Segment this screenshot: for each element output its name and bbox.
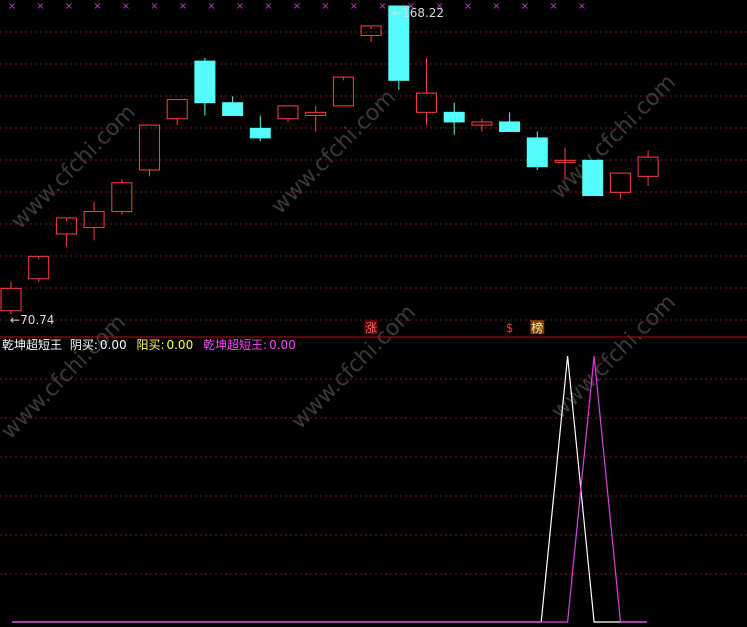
top-marker: × xyxy=(492,1,500,12)
candle-up xyxy=(111,182,133,213)
high-price-label: ←168.22 xyxy=(392,6,444,20)
top-marker: × xyxy=(122,1,130,12)
legend-qiankun-label: 乾坤超短王: xyxy=(203,337,267,352)
candle-up xyxy=(83,211,105,229)
candle-up xyxy=(0,287,22,312)
signal-badge: $ xyxy=(506,321,514,335)
candle-up xyxy=(277,105,299,120)
candle-down xyxy=(582,159,604,197)
top-marker: × xyxy=(521,1,529,12)
candle-down xyxy=(194,60,216,104)
candle-up xyxy=(332,76,354,107)
top-markers: × × × × × × × × × × × × × × × × × × × × × xyxy=(8,1,586,12)
top-marker: × xyxy=(236,1,244,12)
top-marker: × xyxy=(578,1,586,12)
top-marker: × xyxy=(350,1,358,12)
legend-yinmai-label: 阴买: xyxy=(70,338,98,352)
watermark-layer: www.cfchi.com www.cfchi.com www.cfchi.com w… xyxy=(0,70,681,444)
top-marker: × xyxy=(179,1,187,12)
indicator-name: 乾坤超短王 xyxy=(2,337,62,352)
candle-down xyxy=(499,121,521,133)
top-marker: × xyxy=(65,1,73,12)
legend-qiankun-value: 0.00 xyxy=(269,338,296,352)
top-marker: × xyxy=(207,1,215,12)
watermark-text: www.cfchi.com xyxy=(547,290,681,424)
candle-down xyxy=(526,137,548,168)
top-marker: × xyxy=(321,1,329,12)
top-marker: × xyxy=(264,1,272,12)
candle-up xyxy=(609,172,631,193)
low-price-label: ←70.74 xyxy=(10,313,54,327)
top-marker: × xyxy=(549,1,557,12)
candle-up xyxy=(471,121,493,126)
top-marker: × xyxy=(378,1,386,12)
legend-yangmai-value: 0.00 xyxy=(166,338,193,352)
signal-badge: 榜 xyxy=(531,320,543,335)
candle-up xyxy=(139,124,160,171)
signal-badge: 涨 xyxy=(365,320,377,335)
legend-yinmai-value: 0.00 xyxy=(100,338,127,352)
candle-down xyxy=(443,111,465,123)
top-marker: × xyxy=(150,1,158,12)
top-marker: × xyxy=(93,1,101,12)
indicator-legend: 乾坤超短王 阴买: 0.00 阳买: 0.00 乾坤超短王: 0.00 xyxy=(2,337,296,352)
candle-down xyxy=(249,127,271,139)
candle-up xyxy=(166,99,188,120)
top-marker: × xyxy=(36,1,44,12)
candle-down xyxy=(222,102,244,117)
stock-chart: www.cfchi.com www.cfchi.com www.cfchi.com w… xyxy=(0,1,747,623)
top-marker: × xyxy=(464,1,472,12)
top-marker: × xyxy=(8,1,16,12)
candle-up xyxy=(305,111,327,117)
watermark-text: www.cfchi.com xyxy=(0,310,131,444)
watermark-text: www.cfchi.com xyxy=(7,100,141,234)
legend-yangmai-label: 阳买: xyxy=(136,338,164,352)
top-marker: × xyxy=(293,1,301,12)
candle-up xyxy=(28,255,50,280)
watermark-text: www.cfchi.com xyxy=(547,70,681,204)
